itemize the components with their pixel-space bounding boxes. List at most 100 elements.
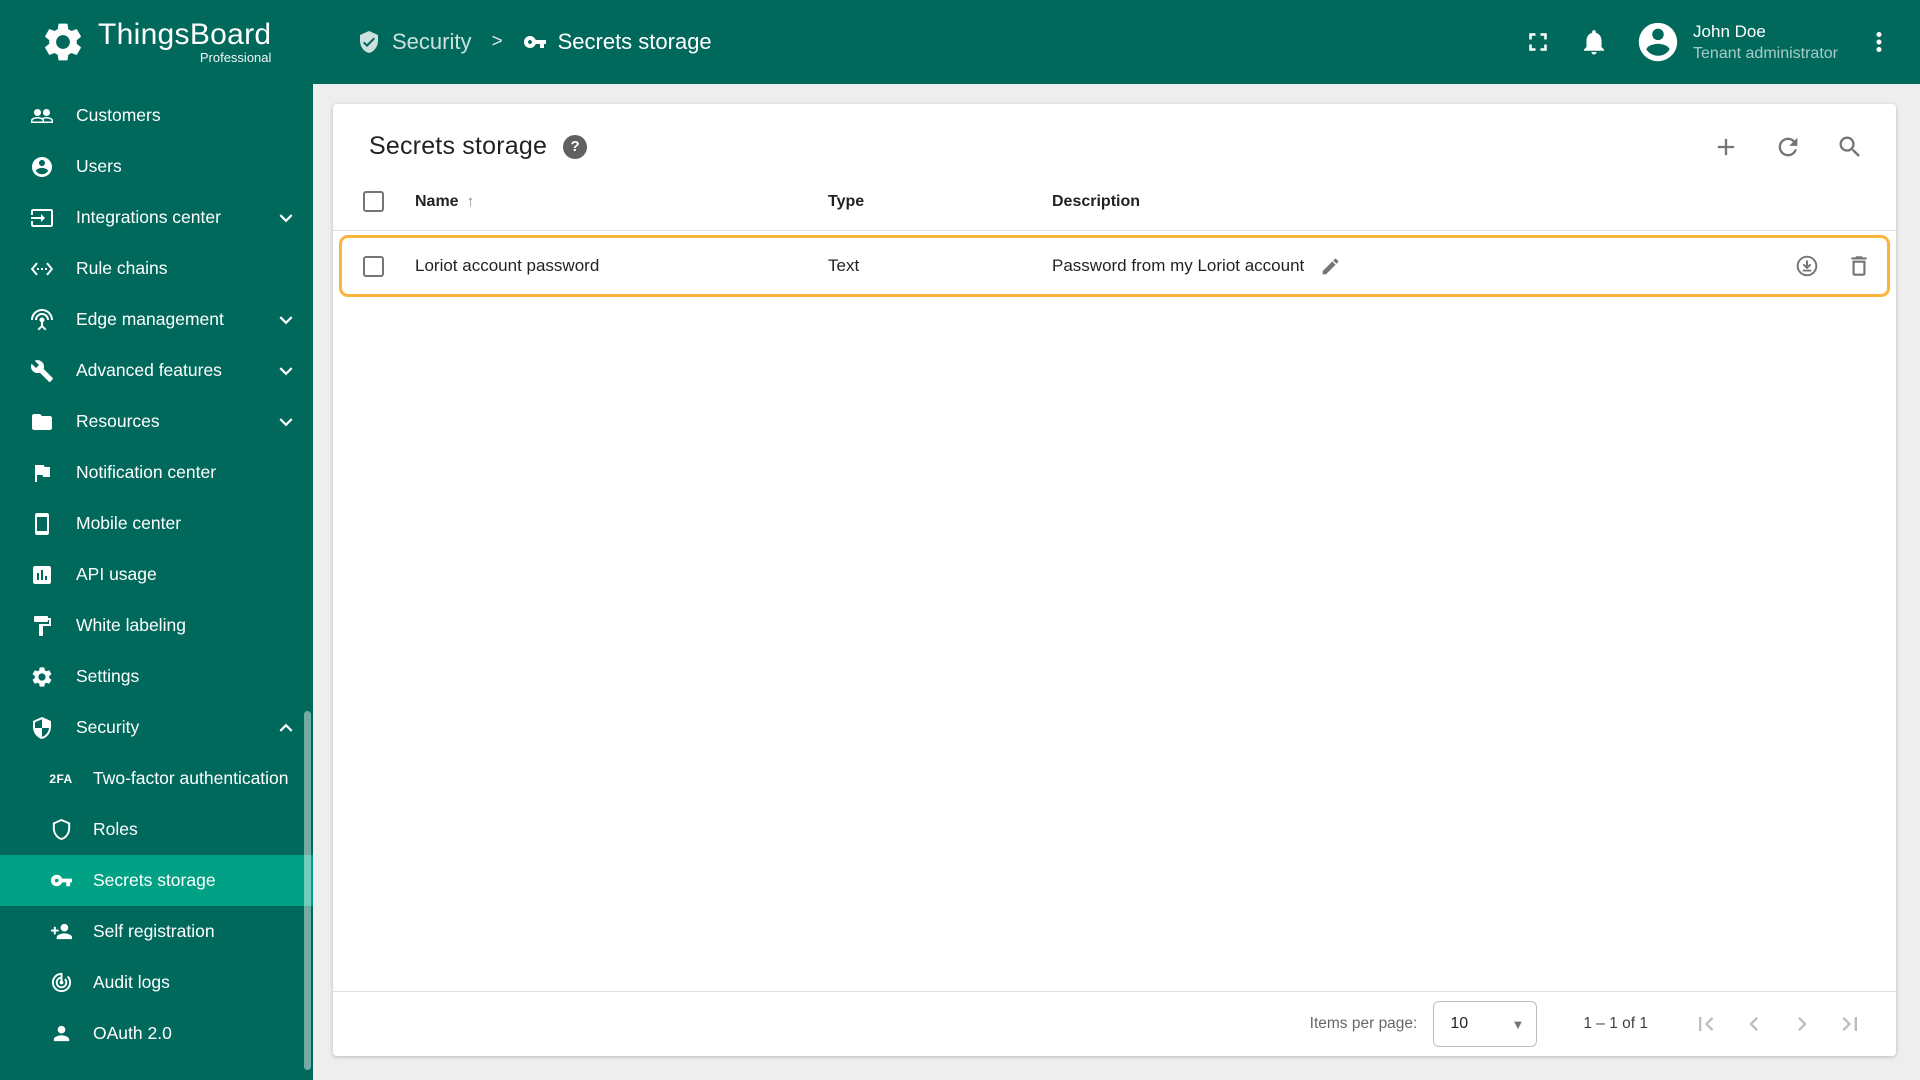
previous-page-button[interactable] [1732, 1002, 1776, 1046]
secrets-storage-card: Secrets storage ? Name ↑ Type Descriptio… [333, 104, 1896, 1056]
sidebar-item-integrations-center[interactable]: Integrations center [0, 192, 313, 243]
add-secret-button[interactable] [1712, 133, 1740, 161]
table-toolbar [1712, 133, 1864, 161]
app-body: Customers Users Integrations center Rule… [0, 84, 1920, 1080]
delete-secret-button[interactable] [1846, 253, 1872, 279]
sidebar-item-label: Audit logs [93, 972, 170, 992]
chevron-right-icon [1798, 1017, 1807, 1031]
table-row[interactable]: Loriot account password Text Password fr… [342, 238, 1887, 294]
table-empty-area [333, 297, 1896, 991]
paginator-nav [1684, 1002, 1872, 1046]
sidebar-item-two-factor-authentication[interactable]: 2FA Two-factor authentication [0, 753, 313, 804]
sidebar-item-label: Users [76, 156, 122, 176]
sidebar-item-oauth[interactable]: OAuth 2.0 [0, 1008, 313, 1059]
sidebar-item-label: Customers [76, 105, 161, 125]
search-button[interactable] [1836, 133, 1864, 161]
sidebar-item-label: Rule chains [76, 258, 168, 278]
sidebar-item-label: White labeling [76, 615, 186, 635]
advanced-features-icon [30, 359, 53, 382]
paginator-range-label: 1 – 1 of 1 [1583, 1015, 1648, 1032]
sidebar-item-customers[interactable]: Customers [0, 90, 313, 141]
sidebar-item-audit-logs[interactable]: Audit logs [0, 957, 313, 1008]
cell-description: Password from my Loriot account [1052, 256, 1742, 277]
breadcrumb-page-label: Secrets storage [557, 29, 712, 54]
sidebar-item-edge-management[interactable]: Edge management [0, 294, 313, 345]
oauth-person-icon [53, 1025, 69, 1042]
sidebar-item-white-labeling[interactable]: White labeling [0, 600, 313, 651]
pencil-icon [1322, 258, 1339, 274]
more-menu-button[interactable] [1864, 27, 1894, 57]
sidebar-item-label: API usage [76, 564, 157, 584]
sidebar-item-label: OAuth 2.0 [93, 1023, 172, 1043]
thingsboard-logo[interactable]: ThingsBoard Professional [0, 19, 313, 66]
edit-description-button[interactable] [1320, 256, 1341, 277]
thingsboard-gear-logo-icon [40, 19, 86, 65]
topbar-actions: John Doe Tenant administrator [1523, 19, 1920, 65]
sidebar-item-users[interactable]: Users [0, 141, 313, 192]
refresh-button[interactable] [1774, 133, 1802, 161]
person-add-icon [50, 923, 72, 940]
last-page-button[interactable] [1828, 1002, 1872, 1046]
page-size-select[interactable]: 10 ▼ [1433, 1001, 1538, 1047]
column-header-type[interactable]: Type [828, 193, 1052, 211]
row-actions [1742, 253, 1872, 279]
sidebar-item-rule-chains[interactable]: Rule chains [0, 243, 313, 294]
fullscreen-icon [1529, 33, 1547, 51]
sidebar-item-security[interactable]: Security [0, 702, 313, 753]
shield-check-icon [360, 31, 378, 53]
next-page-button[interactable] [1780, 1002, 1824, 1046]
sidebar-item-settings[interactable]: Settings [0, 651, 313, 702]
audit-logs-icon [51, 972, 71, 993]
page-title: Secrets storage [369, 132, 548, 160]
fullscreen-button[interactable] [1523, 27, 1553, 57]
sort-asc-icon: ↑ [466, 193, 475, 210]
table-row-highlight: Loriot account password Text Password fr… [339, 235, 1890, 297]
sidebar-item-advanced-features[interactable]: Advanced features [0, 345, 313, 396]
sidebar: Customers Users Integrations center Rule… [0, 84, 313, 1080]
key-icon [50, 874, 72, 887]
sidebar-item-label: Advanced features [76, 360, 222, 380]
dropdown-caret-icon: ▼ [1511, 1016, 1525, 1032]
gear-icon [32, 666, 52, 687]
sidebar-item-label: Security [76, 717, 140, 737]
plus-icon [1717, 138, 1735, 155]
sidebar-item-mobile-center[interactable]: Mobile center [0, 498, 313, 549]
column-header-name[interactable]: Name ↑ [415, 193, 828, 211]
help-icon[interactable]: ? [563, 134, 588, 159]
thingsboard-app: ThingsBoard Professional Security > Secr… [0, 0, 1920, 1080]
column-header-description[interactable]: Description [1052, 193, 1742, 211]
select-all-checkbox[interactable] [363, 191, 384, 212]
user-name: John Doe [1693, 21, 1766, 41]
user-menu[interactable]: John Doe Tenant administrator [1635, 19, 1838, 65]
avatar [1635, 19, 1681, 65]
breadcrumb-security[interactable]: Security [357, 29, 471, 55]
customers-icon [31, 108, 53, 123]
app-edition: Professional [199, 50, 272, 66]
sidebar-item-roles[interactable]: Roles [0, 804, 313, 855]
flag-icon [35, 464, 50, 482]
notifications-button[interactable] [1579, 27, 1609, 57]
first-page-icon [1699, 1017, 1714, 1031]
sidebar-item-notification-center[interactable]: Notification center [0, 447, 313, 498]
trash-icon [1851, 256, 1867, 276]
chevron-up-icon [279, 723, 293, 732]
sidebar-item-label: Mobile center [76, 513, 182, 533]
row-checkbox[interactable] [363, 255, 384, 277]
items-per-page-label: Items per page: [1309, 1015, 1418, 1032]
sidebar-item-api-usage[interactable]: API usage [0, 549, 313, 600]
topbar: ThingsBoard Professional Security > Secr… [0, 0, 1920, 84]
main-content: Secrets storage ? Name ↑ Type Descriptio… [313, 84, 1920, 1080]
table-header-row: Name ↑ Type Description [333, 173, 1896, 231]
download-secret-button[interactable] [1794, 253, 1820, 279]
integrations-icon [31, 208, 53, 227]
folder-icon [32, 413, 52, 430]
sidebar-scrollbar[interactable] [304, 711, 311, 1071]
first-page-button[interactable] [1684, 1002, 1728, 1046]
roles-shield-icon [52, 818, 70, 841]
breadcrumb-secrets-storage[interactable]: Secrets storage [523, 29, 712, 55]
breadcrumb-section-label: Security [392, 29, 472, 54]
sidebar-item-resources[interactable]: Resources [0, 396, 313, 447]
sidebar-item-secrets-storage[interactable]: Secrets storage [0, 855, 313, 906]
sidebar-item-self-registration[interactable]: Self registration [0, 906, 313, 957]
sidebar-item-label: Integrations center [76, 207, 221, 227]
